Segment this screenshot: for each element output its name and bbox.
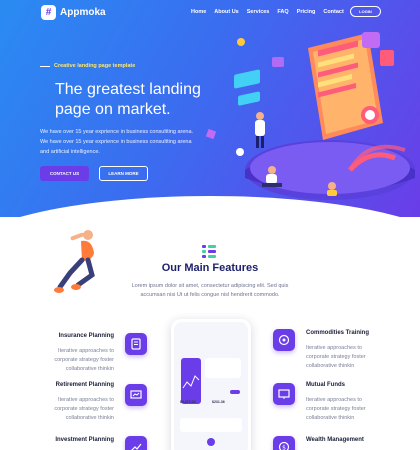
hero-title: The greatest landing page on market. xyxy=(55,81,201,118)
features-title: Our Main Features xyxy=(161,262,259,274)
hero-description: We have over 15 year exprience in busine… xyxy=(40,129,194,155)
feature-description: Iterative approaches to corporate strate… xyxy=(306,345,366,369)
learn-more-button[interactable]: LEARN MORE xyxy=(99,166,148,181)
hero-eyebrow: Creative landing page template xyxy=(40,63,135,69)
feature-title: Mutual Funds xyxy=(306,382,345,388)
nav-item-pricing[interactable]: Pricing xyxy=(297,9,316,15)
svg-text:$: $ xyxy=(282,445,286,450)
login-button[interactable]: LOGIN xyxy=(350,6,381,17)
feature-investment-planning: Investment Planning xyxy=(14,437,114,443)
phone-toggle xyxy=(230,390,240,394)
feature-description: Iterative approaches to corporate strate… xyxy=(306,397,366,421)
nav-item-faq[interactable]: FAQ xyxy=(277,9,288,15)
brand-logo[interactable]: # Appmoka xyxy=(41,5,106,20)
hero-illustration xyxy=(205,32,415,200)
logo-icon: # xyxy=(41,5,56,20)
hero-buttons: CONTACT US LEARN MORE xyxy=(40,166,148,181)
phone-value-1: $9,672.03 xyxy=(180,400,196,404)
phone-list-row xyxy=(180,418,242,432)
phone-screen: $9,672.03 $231.36 xyxy=(174,322,248,450)
feature-description: Iterative approaches to corporate strate… xyxy=(54,397,114,421)
brand-name: Appmoka xyxy=(60,7,106,18)
feature-retirement-planning: Retirement Planning Iterative approaches… xyxy=(14,382,114,423)
nav-item-home[interactable]: Home xyxy=(191,9,206,15)
contact-us-button[interactable]: CONTACT US xyxy=(40,166,89,181)
feature-commodities-training: Commodities Training Iterative approache… xyxy=(306,330,406,371)
phone-info-card xyxy=(205,358,241,378)
nav-item-contact[interactable]: Contact xyxy=(323,9,343,15)
document-icon xyxy=(125,333,147,355)
nav-item-services[interactable]: Services xyxy=(247,9,270,15)
features-description: Lorem ipsum dolor sit amet, consectetur … xyxy=(131,283,289,298)
chart-icon xyxy=(125,384,147,406)
phone-nav-button xyxy=(207,438,215,446)
feature-mutual-funds: Mutual Funds Iterative approaches to cor… xyxy=(306,382,406,423)
feature-title: Investment Planning xyxy=(55,437,114,443)
nav-item-about[interactable]: About Us xyxy=(214,9,238,15)
feature-title: Commodities Training xyxy=(306,330,370,336)
money-icon: $ xyxy=(273,436,295,450)
feature-title: Insurance Planning xyxy=(58,333,114,339)
feature-wealth-management: Wealth Management xyxy=(306,437,406,443)
presentation-icon xyxy=(273,383,295,405)
feature-title: Wealth Management xyxy=(306,437,364,443)
main-menu: Home About Us Services FAQ Pricing Conta… xyxy=(191,9,344,15)
feature-description: Iterative approaches to corporate strate… xyxy=(54,348,114,372)
phone-chart-card xyxy=(181,358,201,404)
phone-value-2: $231.36 xyxy=(212,400,225,404)
target-icon xyxy=(273,329,295,351)
eyebrow-line xyxy=(40,65,50,67)
growth-icon xyxy=(125,436,147,450)
features-grid-icon xyxy=(202,245,216,258)
phone-mockup: $9,672.03 $231.36 xyxy=(171,319,251,450)
feature-insurance-planning: Insurance Planning Iterative approaches … xyxy=(14,333,114,374)
hero-section: # Appmoka Home About Us Services FAQ Pri… xyxy=(0,0,420,217)
feature-title: Retirement Planning xyxy=(55,382,114,388)
eyebrow-text: Creative landing page template xyxy=(54,63,136,69)
